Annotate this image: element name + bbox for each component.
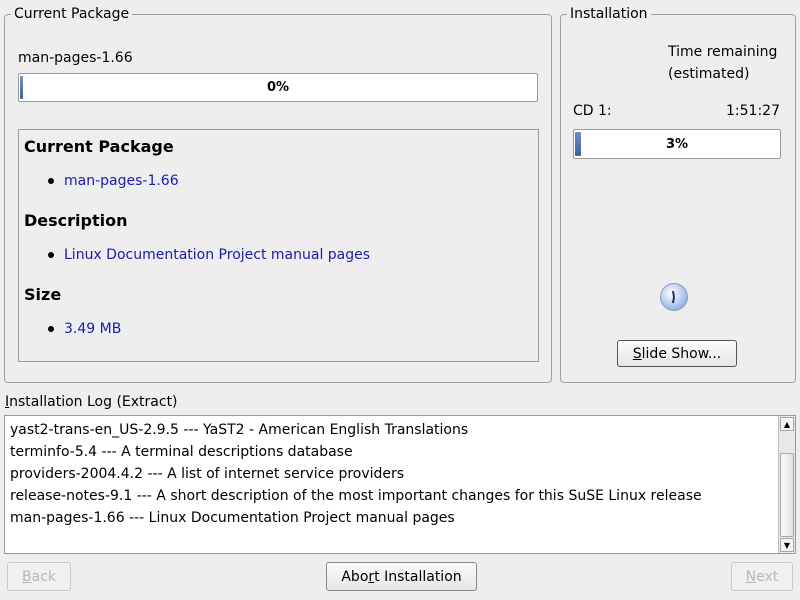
bullet-icon bbox=[48, 178, 54, 184]
log-line: man-pages-1.66 --- Linux Documentation P… bbox=[10, 510, 455, 526]
back-button-label-post: ack bbox=[31, 568, 56, 585]
scroll-down-arrow-icon[interactable]: ▼ bbox=[780, 538, 794, 552]
clock-hands-icon bbox=[672, 290, 675, 304]
installation-group: Installation Time remaining (estimated) … bbox=[560, 6, 796, 383]
busy-clock-icon bbox=[660, 283, 688, 311]
bullet-icon bbox=[48, 326, 54, 332]
package-details-box: Current Package man-pages-1.66 Descripti… bbox=[18, 129, 539, 362]
details-size-value: 3.49 MB bbox=[64, 321, 122, 337]
log-title-post: nstallation Log (Extract) bbox=[9, 394, 178, 410]
log-line: providers-2004.4.2 --- A list of interne… bbox=[10, 466, 405, 482]
current-package-group-title: Current Package bbox=[11, 6, 133, 22]
abort-button-label-pre: Abo bbox=[341, 568, 369, 585]
slideshow-button-mnemonic: S bbox=[632, 345, 642, 362]
cd-progress-bar: 3% bbox=[573, 129, 781, 159]
cd-progress-text: 3% bbox=[665, 136, 689, 152]
details-size-heading: Size bbox=[24, 285, 62, 304]
log-line: release-notes-9.1 --- A short descriptio… bbox=[10, 488, 702, 504]
package-progress-bar: 0% bbox=[18, 73, 538, 102]
installation-group-title: Installation bbox=[567, 6, 651, 22]
log-scrollbar[interactable]: ▲ ▼ bbox=[778, 416, 795, 553]
details-package-value: man-pages-1.66 bbox=[64, 173, 179, 189]
time-remaining-label: Time remaining (estimated) bbox=[668, 41, 777, 85]
time-remaining-line2: (estimated) bbox=[668, 66, 750, 82]
scrollbar-thumb[interactable] bbox=[780, 453, 794, 537]
back-button[interactable]: Back bbox=[7, 562, 71, 591]
abort-button-label-post: t Installation bbox=[374, 568, 462, 585]
next-button-mnemonic: N bbox=[745, 568, 757, 585]
bullet-icon bbox=[48, 252, 54, 258]
slideshow-button-label-post: lide Show... bbox=[641, 345, 722, 362]
current-package-group: Current Package man-pages-1.66 0% Curren… bbox=[4, 6, 552, 383]
next-button[interactable]: Next bbox=[731, 562, 793, 591]
log-line: yast2-trans-en_US-2.9.5 --- YaST2 - Amer… bbox=[10, 422, 469, 438]
current-package-name: man-pages-1.66 bbox=[18, 50, 133, 66]
abort-installation-button[interactable]: Abo r t Installation bbox=[326, 562, 477, 591]
details-description-heading: Description bbox=[24, 211, 128, 230]
back-button-mnemonic: B bbox=[22, 568, 32, 585]
cd-time-remaining: 1:51:27 bbox=[726, 103, 780, 119]
next-button-label-post: ext bbox=[756, 568, 779, 585]
log-line: terminfo-5.4 --- A terminal descriptions… bbox=[10, 444, 353, 460]
package-progress-text: 0% bbox=[266, 80, 290, 95]
time-remaining-line1: Time remaining bbox=[668, 44, 778, 60]
installation-log-textarea[interactable]: yast2-trans-en_US-2.9.5 --- YaST2 - Amer… bbox=[4, 415, 796, 554]
installation-log-title: Installation Log (Extract) bbox=[5, 394, 178, 410]
slideshow-button[interactable]: Slide Show... bbox=[617, 340, 737, 367]
scroll-up-arrow-icon[interactable]: ▲ bbox=[780, 417, 794, 431]
cd-label: CD 1: bbox=[573, 103, 612, 119]
details-description-value: Linux Documentation Project manual pages bbox=[64, 247, 371, 263]
details-package-heading: Current Package bbox=[24, 137, 174, 156]
